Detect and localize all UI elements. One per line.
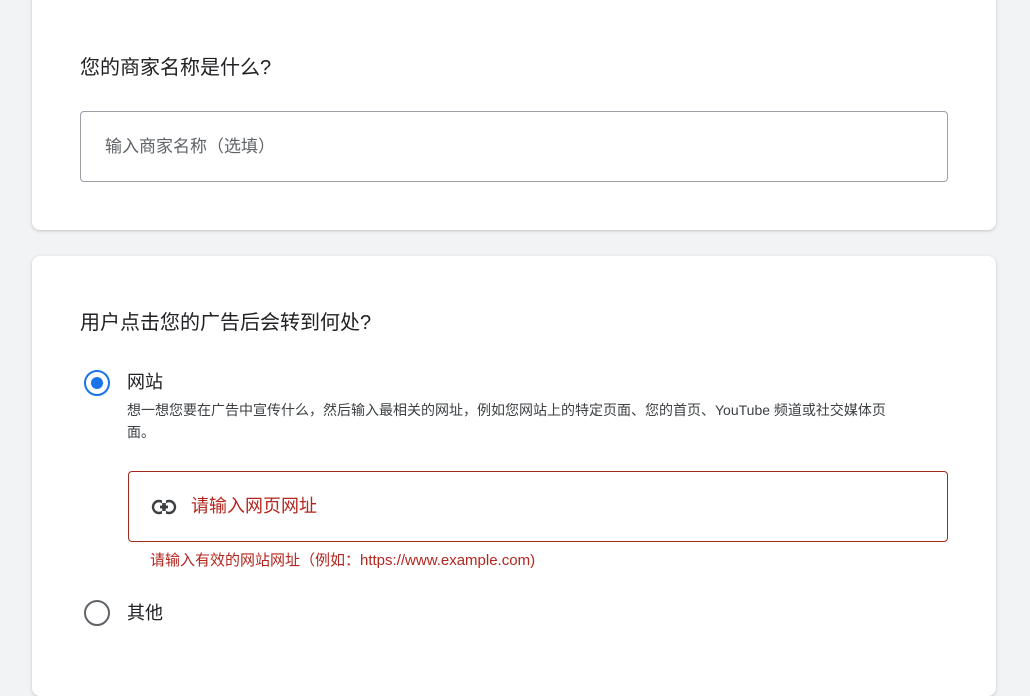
other-radio[interactable] xyxy=(84,600,110,626)
business-name-question: 您的商家名称是什么? xyxy=(80,57,272,79)
business-name-field[interactable] xyxy=(80,111,948,182)
link-icon xyxy=(151,499,177,515)
destination-question: 用户点击您的广告后会转到何处? xyxy=(80,312,372,334)
website-url-input[interactable] xyxy=(191,472,931,541)
destination-card: 用户点击您的广告后会转到何处? 网站 想一想您要在广告中宣传什么，然后输入最相关… xyxy=(32,256,996,696)
business-name-input[interactable] xyxy=(105,112,931,181)
url-error-message: 请输入有效的网站网址（例如：https://www.example.com) xyxy=(150,552,536,569)
website-radio-label[interactable]: 网站 xyxy=(127,370,163,394)
website-url-field[interactable] xyxy=(128,471,948,542)
other-radio-label[interactable]: 其他 xyxy=(127,601,163,625)
website-radio[interactable] xyxy=(84,370,110,396)
website-description: 想一想您要在广告中宣传什么，然后输入最相关的网址，例如您网站上的特定页面、您的首… xyxy=(127,402,886,440)
business-name-card: 您的商家名称是什么? xyxy=(32,0,996,230)
